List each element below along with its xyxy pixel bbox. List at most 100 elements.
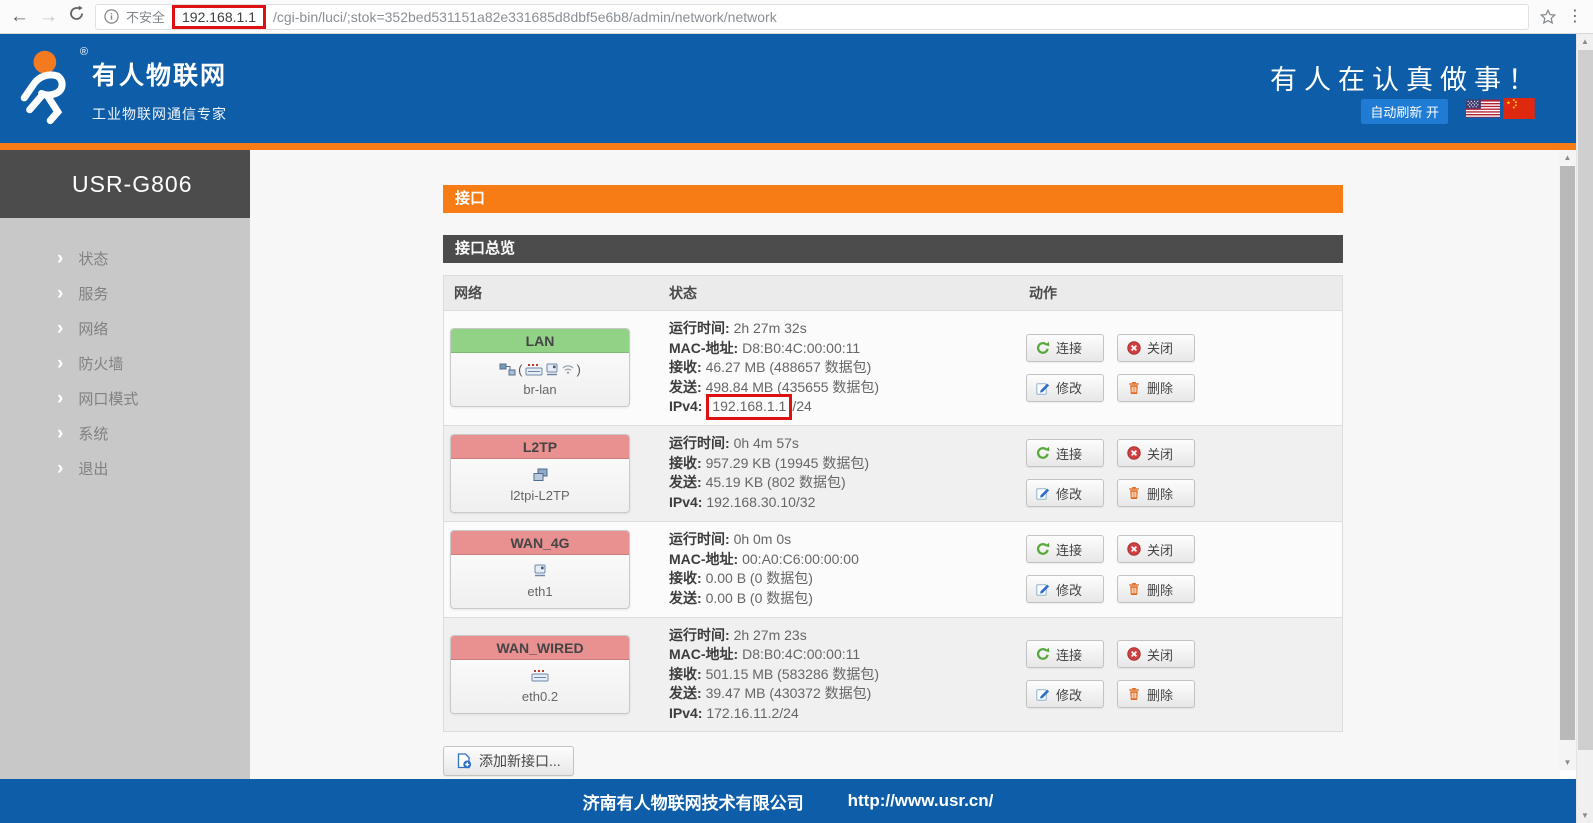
delete-button-wan_wired[interactable]: 删除 bbox=[1117, 680, 1195, 708]
status-value: D8:B0:4C:00:00:11 bbox=[742, 340, 860, 356]
bookmark-star-icon[interactable] bbox=[1539, 8, 1557, 26]
sidebar-item-label: 退出 bbox=[78, 458, 108, 479]
sidebar-item-label: 状态 bbox=[78, 248, 108, 269]
shutdown-button-l2tp[interactable]: 关闭 bbox=[1117, 439, 1195, 467]
tunnel-icon bbox=[533, 468, 548, 482]
edit-button-l2tp[interactable]: 修改 bbox=[1026, 479, 1104, 507]
us-flag-icon[interactable] bbox=[1466, 98, 1500, 124]
button-label: 修改 bbox=[1056, 484, 1082, 503]
sidebar-item-3[interactable]: › 防火墙 bbox=[0, 349, 250, 378]
status-label: 接收: bbox=[669, 666, 706, 682]
trash-icon bbox=[1127, 486, 1141, 500]
back-icon[interactable]: ← bbox=[10, 7, 29, 26]
brand-subtitle: 工业物联网通信专家 bbox=[92, 104, 227, 124]
delete-button-wan_4g[interactable]: 删除 bbox=[1117, 575, 1195, 603]
chevron-right-icon: › bbox=[57, 354, 63, 373]
switch-icon bbox=[525, 363, 543, 376]
url-host-highlight-box: 192.168.1.1 bbox=[172, 5, 266, 29]
interface-badge-wan_wired[interactable]: WAN_WIREDeth0.2 bbox=[450, 635, 630, 714]
forward-icon[interactable]: → bbox=[39, 7, 58, 26]
interface-ifname: eth0.2 bbox=[455, 689, 625, 704]
browser-scroll-up-icon[interactable]: ▲ bbox=[1577, 34, 1593, 49]
status-line: 运行时间: 2h 27m 32s bbox=[669, 319, 1019, 339]
status-value: 498.84 MB (435655 数据包) bbox=[706, 379, 880, 395]
delete-button-lan[interactable]: 删除 bbox=[1117, 374, 1195, 402]
url-path: /cgi-bin/luci/;stok=352bed531151a82e3316… bbox=[273, 9, 1520, 25]
shutdown-button-wan_wired[interactable]: 关闭 bbox=[1117, 640, 1195, 668]
browser-scroll-down-icon[interactable]: ▼ bbox=[1577, 808, 1593, 823]
sidebar-item-6[interactable]: ›退出 bbox=[0, 454, 250, 483]
status-value: 39.47 MB (430372 数据包) bbox=[706, 685, 872, 701]
delete-button-l2tp[interactable]: 删除 bbox=[1117, 479, 1195, 507]
status-label: 发送: bbox=[669, 590, 706, 606]
status-label: IPv4: bbox=[669, 494, 706, 510]
status-line: 发送: 45.19 KB (802 数据包) bbox=[669, 473, 1019, 493]
paren: ( bbox=[518, 362, 522, 377]
status-value: 2h 27m 23s bbox=[734, 627, 807, 643]
refresh-icon bbox=[1036, 341, 1050, 355]
button-label: 关闭 bbox=[1147, 645, 1173, 664]
add-doc-icon bbox=[456, 753, 472, 769]
refresh-icon bbox=[1036, 446, 1050, 460]
cn-flag-icon[interactable] bbox=[1502, 98, 1536, 124]
chevron-right-icon: › bbox=[57, 389, 63, 408]
edit-button-wan_wired[interactable]: 修改 bbox=[1026, 680, 1104, 708]
interface-ifname: br-lan bbox=[455, 382, 625, 397]
add-interface-button[interactable]: 添加新接口... bbox=[443, 746, 574, 776]
connect-button-wan_wired[interactable]: 连接 bbox=[1026, 640, 1104, 668]
interface-badge-lan[interactable]: LAN()br-lan bbox=[450, 328, 630, 407]
edit-button-lan[interactable]: 修改 bbox=[1026, 374, 1104, 402]
connect-button-l2tp[interactable]: 连接 bbox=[1026, 439, 1104, 467]
interface-table-body: LAN()br-lan运行时间: 2h 27m 32sMAC-地址: D8:B0… bbox=[444, 310, 1342, 731]
reload-icon[interactable] bbox=[68, 5, 85, 26]
chevron-right-icon: › bbox=[57, 249, 63, 268]
shutdown-button-wan_4g[interactable]: 关闭 bbox=[1117, 535, 1195, 563]
button-label: 修改 bbox=[1056, 685, 1082, 704]
browser-scrollbar[interactable]: ▲ ▼ bbox=[1576, 34, 1593, 823]
sidebar-item-5[interactable]: ›系统 bbox=[0, 419, 250, 448]
refresh-icon bbox=[1036, 542, 1050, 556]
page-scrollbar-thumb[interactable] bbox=[1560, 166, 1575, 740]
interface-status: 运行时间: 0h 0m 0sMAC-地址: 00:A0:C6:00:00:00接… bbox=[659, 530, 1019, 608]
scroll-down-icon[interactable]: ▼ bbox=[1559, 755, 1576, 770]
status-line: 运行时间: 2h 27m 23s bbox=[669, 626, 1019, 646]
status-value: 0h 0m 0s bbox=[734, 531, 792, 547]
interface-name: L2TP bbox=[451, 435, 629, 459]
registered-mark: ® bbox=[80, 46, 88, 58]
interface-ifname: l2tpi-L2TP bbox=[455, 488, 625, 503]
auto-refresh-toggle[interactable]: 自动刷新 开 bbox=[1361, 99, 1448, 124]
sidebar-item-1[interactable]: ›服务 bbox=[0, 279, 250, 308]
interface-icons bbox=[455, 467, 625, 483]
shutdown-button-lan[interactable]: 关闭 bbox=[1117, 334, 1195, 362]
status-label: MAC-地址: bbox=[669, 551, 742, 567]
browser-toolbar: ← → 不安全 192.168.1.1 /cgi-bin/luci/;stok=… bbox=[0, 0, 1593, 34]
sidebar-item-2[interactable]: ›网络 bbox=[0, 314, 250, 343]
button-label: 连接 bbox=[1056, 338, 1082, 357]
status-label: IPv4: bbox=[669, 705, 706, 721]
edit-icon bbox=[1036, 582, 1050, 596]
interface-status: 运行时间: 0h 4m 57s接收: 957.29 KB (19945 数据包)… bbox=[659, 434, 1019, 512]
browser-scrollbar-thumb[interactable] bbox=[1578, 50, 1593, 750]
connect-button-wan_4g[interactable]: 连接 bbox=[1026, 535, 1104, 563]
interface-badge-l2tp[interactable]: L2TP l2tpi-L2TP bbox=[450, 434, 630, 513]
sidebar-item-0[interactable]: › 状态 bbox=[0, 244, 250, 273]
info-icon[interactable] bbox=[104, 9, 119, 24]
sidebar-item-4[interactable]: ›网口模式 bbox=[0, 384, 250, 413]
sidebar-item-label: 防火墙 bbox=[78, 353, 123, 374]
browser-menu-icon[interactable]: ⋮ bbox=[1567, 9, 1583, 25]
status-value: 0.00 B (0 数据包) bbox=[706, 590, 813, 606]
status-label: 接收: bbox=[669, 359, 706, 375]
address-bar[interactable]: 不安全 192.168.1.1 /cgi-bin/luci/;stok=352b… bbox=[95, 4, 1529, 30]
status-line: MAC-地址: 00:A0:C6:00:00:00 bbox=[669, 550, 1019, 570]
interface-badge-wan_4g[interactable]: WAN_4Geth1 bbox=[450, 530, 630, 609]
page-scrollbar[interactable]: ▲ ▼ bbox=[1559, 150, 1576, 770]
add-interface-label: 添加新接口... bbox=[479, 751, 561, 771]
edit-button-wan_4g[interactable]: 修改 bbox=[1026, 575, 1104, 603]
footer-website-link[interactable]: http://www.usr.cn/ bbox=[848, 791, 994, 811]
scroll-up-icon[interactable]: ▲ bbox=[1559, 150, 1576, 165]
status-line: IPv4: 192.168.1.1/24 bbox=[669, 397, 1019, 417]
interface-status: 运行时间: 2h 27m 32sMAC-地址: D8:B0:4C:00:00:1… bbox=[659, 319, 1019, 417]
interface-table: 网络 状态 动作 LAN()br-lan运行时间: 2h 27m 32sMAC-… bbox=[443, 275, 1343, 732]
connect-button-lan[interactable]: 连接 bbox=[1026, 334, 1104, 362]
interface-row-wan_wired: WAN_WIREDeth0.2运行时间: 2h 27m 23sMAC-地址: D… bbox=[444, 617, 1342, 732]
